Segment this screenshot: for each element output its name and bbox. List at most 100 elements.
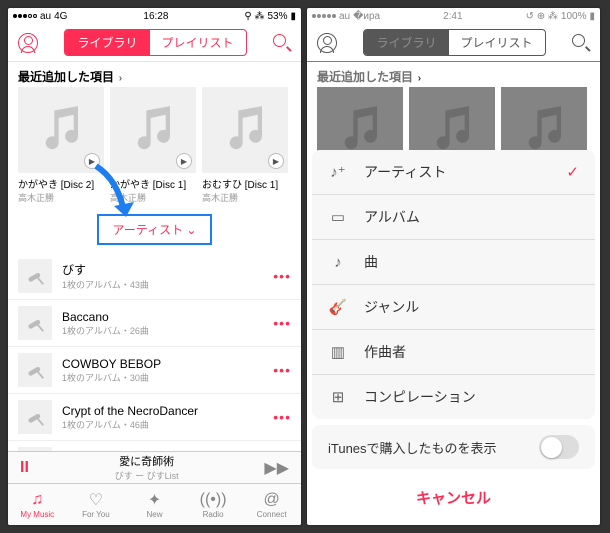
- tab-library: ライブラリ: [364, 30, 448, 55]
- artist-thumb: [18, 306, 52, 340]
- now-playing-bar[interactable]: II 愛に奇師術 びす ー びすList ▶▶: [8, 451, 301, 483]
- network-label: 4G: [54, 11, 67, 22]
- cancel-button[interactable]: キャンセル: [312, 475, 595, 520]
- battery-label: 100%: [561, 11, 587, 22]
- action-sheet: ♪⁺アーティスト✓▭アルバム♪曲🎸ジャンル▥作曲者⊞コンピレーション iTune…: [312, 150, 595, 520]
- album-title: おむすひ [Disc 1]: [202, 176, 288, 191]
- indicators-icon: ↺ ⊕ ⁂: [526, 11, 558, 22]
- artist-thumb: [18, 400, 52, 434]
- more-icon[interactable]: •••: [273, 315, 291, 331]
- filter-row: アーティスト ⌄: [8, 210, 301, 253]
- tab-playlists[interactable]: プレイリスト: [150, 30, 246, 55]
- artist-row[interactable]: Galileo Galilei•••: [8, 441, 301, 451]
- album-artist: 高木正勝: [110, 191, 196, 204]
- nav-bar: ライブラリ プレイリスト: [8, 24, 301, 62]
- album-icon: ▭: [328, 208, 348, 226]
- signal-dots-icon: [312, 14, 336, 18]
- album-art: ▶: [18, 87, 104, 173]
- phone-left: au 4G 16:28 ⚲ ⁂ 53% ▮ ライブラリ プレイリスト 最近追加し…: [8, 8, 301, 525]
- more-icon[interactable]: •••: [273, 409, 291, 425]
- artist-row[interactable]: びす1枚のアルバム・43曲•••: [8, 253, 301, 300]
- play-badge-icon[interactable]: ▶: [176, 153, 192, 169]
- tab-label: For You: [82, 510, 110, 519]
- option-label: アルバム: [364, 207, 579, 227]
- album-item[interactable]: ▶おむすひ [Disc 1]高木正勝: [202, 87, 288, 204]
- search-icon[interactable]: [273, 34, 291, 52]
- sheet-option-keyboard[interactable]: ▥ 作曲者: [312, 330, 595, 375]
- sheet-option-grid[interactable]: ⊞ コンピレーション: [312, 375, 595, 419]
- artist-row[interactable]: COWBOY BEBOP1枚のアルバム・30曲•••: [8, 347, 301, 394]
- more-icon[interactable]: •••: [273, 268, 291, 284]
- check-icon: ✓: [566, 163, 579, 181]
- artist-name: Baccano: [62, 310, 263, 324]
- artist-thumb: [18, 353, 52, 387]
- play-badge-icon[interactable]: ▶: [268, 153, 284, 169]
- artist-row[interactable]: Baccano1枚のアルバム・26曲•••: [8, 300, 301, 347]
- chevron-right-icon: ›: [116, 73, 122, 84]
- album-title: かがやき [Disc 1]: [110, 176, 196, 191]
- artist-name: びす: [62, 261, 263, 278]
- sheet-option-album[interactable]: ▭ アルバム: [312, 195, 595, 240]
- artist-icon: ♪⁺: [328, 163, 348, 181]
- itunes-purchased-toggle-row[interactable]: iTunesで購入したものを表示: [312, 425, 595, 469]
- option-label: 作曲者: [364, 342, 579, 362]
- forward-icon[interactable]: ▶▶: [264, 458, 289, 478]
- toggle-label: iTunesで購入したものを表示: [328, 438, 497, 457]
- tabbar-connect[interactable]: @Connect: [242, 484, 301, 525]
- tabbar-new[interactable]: ✦New: [125, 484, 184, 525]
- sheet-option-guitar[interactable]: 🎸ジャンル: [312, 285, 595, 330]
- more-icon[interactable]: •••: [273, 362, 291, 378]
- nav-bar: ライブラリ プレイリスト: [307, 24, 600, 62]
- clock: 16:28: [143, 11, 168, 22]
- chevron-down-icon: ⌄: [183, 223, 196, 237]
- keyboard-icon: ▥: [328, 343, 348, 361]
- status-bar: au 4G 16:28 ⚲ ⁂ 53% ▮: [8, 8, 301, 24]
- tab-icon: ♫: [31, 491, 43, 509]
- note-icon: ♪: [328, 254, 348, 271]
- artist-name: Crypt of the NecroDancer: [62, 404, 263, 418]
- tab-icon: ✦: [148, 491, 161, 509]
- sort-filter-button[interactable]: アーティスト ⌄: [97, 214, 213, 245]
- carrier-label: au: [40, 11, 51, 22]
- sheet-option-note[interactable]: ♪曲: [312, 240, 595, 285]
- artist-thumb: [18, 259, 52, 293]
- tab-playlists: プレイリスト: [449, 30, 545, 55]
- signal-dots-icon: [13, 14, 37, 18]
- recently-added-header[interactable]: 最近追加した項目 ›: [8, 62, 301, 87]
- tab-icon: ((•)): [200, 491, 227, 509]
- battery-icon: ▮: [290, 11, 296, 22]
- carrier-label: au: [339, 11, 350, 22]
- tab-icon: ♡: [89, 491, 103, 509]
- recent-albums-row[interactable]: ▶かがやき [Disc 2]高木正勝▶かがやき [Disc 1]高木正勝▶おむす…: [8, 87, 301, 210]
- artist-list[interactable]: びす1枚のアルバム・43曲•••Baccano1枚のアルバム・26曲•••COW…: [8, 253, 301, 451]
- tabbar-for-you[interactable]: ♡For You: [67, 484, 126, 525]
- battery-label: 53%: [267, 11, 287, 22]
- album-art: ▶: [202, 87, 288, 173]
- tab-label: Connect: [257, 510, 287, 519]
- option-label: コンピレーション: [364, 387, 579, 407]
- profile-icon: [317, 33, 337, 53]
- tab-library[interactable]: ライブラリ: [65, 30, 149, 55]
- sheet-option-artist[interactable]: ♪⁺ アーティスト ✓: [312, 150, 595, 195]
- tabbar-radio[interactable]: ((•))Radio: [184, 484, 243, 525]
- option-label: アーティスト: [364, 162, 550, 182]
- search-icon: [572, 34, 590, 52]
- album-item[interactable]: ▶かがやき [Disc 2]高木正勝: [18, 87, 104, 204]
- bluetooth-icon: ⚲ ⁂: [244, 11, 264, 22]
- album-artist: 高木正勝: [18, 191, 104, 204]
- tabbar-my-music[interactable]: ♫My Music: [8, 484, 67, 525]
- option-label: ジャンル: [364, 297, 579, 317]
- play-badge-icon[interactable]: ▶: [84, 153, 100, 169]
- now-playing-artist: びす ー びすList: [43, 469, 251, 482]
- option-label: 曲: [364, 252, 579, 272]
- album-art: ▶: [110, 87, 196, 173]
- tab-segmented-control[interactable]: ライブラリ プレイリスト: [64, 29, 246, 56]
- profile-icon[interactable]: [18, 33, 38, 53]
- grid-icon: ⊞: [328, 388, 348, 406]
- album-item[interactable]: ▶ かがやき [Disc 1]高木正勝: [110, 87, 196, 204]
- toggle-switch[interactable]: [539, 435, 579, 459]
- tab-bar: ♫My Music♡For You✦New((•))Radio@Connect: [8, 483, 301, 525]
- artist-row[interactable]: Crypt of the NecroDancer1枚のアルバム・46曲•••: [8, 394, 301, 441]
- pause-icon[interactable]: II: [20, 459, 29, 477]
- status-bar: au �ира 2:41 ↺ ⊕ ⁂ 100% ▮: [307, 8, 600, 24]
